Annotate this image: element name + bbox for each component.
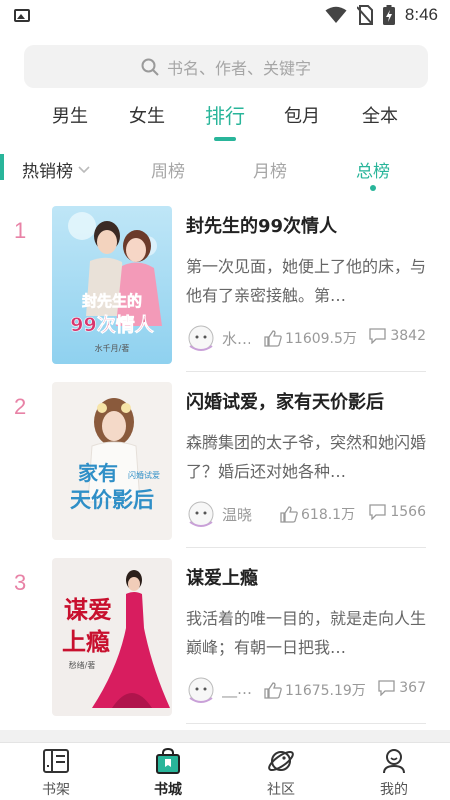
likes-count: 11609.5万 <box>264 328 357 348</box>
cover-author: 愁绪/著 <box>69 660 96 670</box>
thumbs-up-icon <box>280 505 298 523</box>
book-title[interactable]: 封先生的99次情人 <box>186 212 337 238</box>
battery-charging-icon <box>382 5 395 25</box>
status-bar: 8:46 <box>0 0 450 32</box>
category-tabs: 男生 女生 排行 包月 全本 <box>0 98 450 138</box>
comments-value: 367 <box>399 680 426 696</box>
cover-title: 上瘾 <box>62 627 110 656</box>
comments-count: 1566 <box>369 504 426 520</box>
community-planet-icon <box>268 750 294 772</box>
rank-number: 2 <box>14 394 27 419</box>
tab-ranking[interactable]: 排行 <box>205 100 245 129</box>
nav-label: 社区 <box>267 782 295 798</box>
thumbs-up-icon <box>264 329 282 347</box>
book-description: 第一次见面，她便上了他的床，与他有了亲密接触。第… <box>186 257 427 305</box>
nav-profile[interactable]: 我的 <box>338 743 450 800</box>
wifi-icon <box>325 6 347 23</box>
no-sim-icon <box>356 5 373 25</box>
likes-value: 618.1万 <box>301 507 356 523</box>
ranking-category-label: 热销榜 <box>22 162 73 182</box>
period-monthly[interactable]: 月榜 <box>253 157 287 182</box>
search-bar[interactable]: 书名、作者、关键字 <box>24 45 428 88</box>
book-item[interactable]: 2 家有 闪婚试爱 天价影后 闪婚试爱，家有天价影后 森腾集团的太子爷，突然和她… <box>0 372 450 548</box>
tab-monthly[interactable]: 包月 <box>284 102 320 128</box>
book-meta: 水… 11609.5万 3842 <box>186 324 426 351</box>
book-cover[interactable]: 谋爱 上瘾 愁绪/著 <box>52 558 172 716</box>
author-name: 温晓 <box>222 506 253 524</box>
ranking-accent-bar <box>0 154 4 180</box>
comments-count: 367 <box>378 680 426 696</box>
chevron-down-icon <box>78 165 90 173</box>
search-icon <box>141 58 159 76</box>
likes-value: 11675.19万 <box>285 683 366 699</box>
cover-title: 天价影后 <box>70 487 154 512</box>
book-item[interactable]: 3 谋爱 上瘾 愁绪/著 谋爱上瘾 我活着的唯一目的，就是走向人生巅峰；有朝一日… <box>0 548 450 724</box>
likes-count: 618.1万 <box>280 504 355 524</box>
image-notification-icon <box>14 9 30 22</box>
bottom-nav: 书架 书城 社区 我的 <box>0 742 450 800</box>
active-period-dot <box>370 185 376 191</box>
cover-author: 水千月/著 <box>95 343 130 353</box>
profile-icon <box>383 749 405 774</box>
author-avatar-icon <box>188 677 214 703</box>
likes-value: 11609.5万 <box>285 331 357 347</box>
cover-title: 封先生的 <box>82 292 142 310</box>
likes-count: 11675.19万 <box>264 680 366 700</box>
status-icons: 8:46 <box>325 5 438 25</box>
book-item[interactable]: 1 封先生的 99次情人 水千月/著 封先生的99次情人 第一次见面，她便上了他… <box>0 196 450 372</box>
clock: 8:46 <box>404 5 438 24</box>
tab-female[interactable]: 女生 <box>129 102 165 128</box>
cover-title: 99次情人 <box>70 313 154 336</box>
book-meta: 温晓 618.1万 1566 <box>186 500 426 527</box>
thumbs-up-icon <box>264 681 282 699</box>
period-weekly[interactable]: 周榜 <box>151 157 185 182</box>
nav-bookshelf[interactable]: 书架 <box>0 743 112 800</box>
next-item-peek <box>0 730 450 742</box>
author-avatar-icon <box>188 325 214 351</box>
book-description: 森腾集团的太子爷，突然和她闪婚了？婚后还对她各种… <box>186 433 427 481</box>
search-placeholder: 书名、作者、关键字 <box>166 58 311 78</box>
comment-icon <box>369 328 387 344</box>
nav-label: 书城 <box>154 782 182 798</box>
comments-value: 3842 <box>390 328 426 344</box>
cover-title: 家有 <box>78 461 118 485</box>
comments-count: 3842 <box>369 328 426 344</box>
nav-label: 书架 <box>42 782 70 798</box>
rank-number: 3 <box>14 570 27 595</box>
author-avatar-icon <box>188 501 214 527</box>
tab-complete[interactable]: 全本 <box>362 102 398 128</box>
tab-male[interactable]: 男生 <box>52 102 88 128</box>
author-name: 水… <box>222 330 250 348</box>
book-meta: __… 11675.19万 367 <box>186 676 426 703</box>
period-total[interactable]: 总榜 <box>356 157 390 182</box>
ranking-category-dropdown[interactable]: 热销榜 <box>22 157 91 182</box>
comment-icon <box>369 504 387 520</box>
cover-subtitle: 闪婚试爱 <box>128 470 160 480</box>
bookstore-bag-icon <box>156 747 180 774</box>
nav-label: 我的 <box>380 782 408 798</box>
nav-bookstore[interactable]: 书城 <box>112 743 224 800</box>
comments-value: 1566 <box>390 504 426 520</box>
nav-community[interactable]: 社区 <box>225 743 337 800</box>
book-title[interactable]: 闪婚试爱，家有天价影后 <box>186 388 384 414</box>
rank-number: 1 <box>14 218 27 243</box>
cover-title: 谋爱 <box>64 595 112 624</box>
row-divider <box>186 723 426 724</box>
bookshelf-icon <box>43 749 69 773</box>
book-title[interactable]: 谋爱上瘾 <box>186 564 258 590</box>
comment-icon <box>378 680 395 696</box>
book-cover[interactable]: 家有 闪婚试爱 天价影后 <box>52 382 172 540</box>
book-description: 我活着的唯一目的，就是走向人生巅峰；有朝一日把我… <box>186 609 427 657</box>
book-cover[interactable]: 封先生的 99次情人 水千月/著 <box>52 206 172 364</box>
active-tab-indicator <box>214 137 236 141</box>
author-name: __… <box>222 680 252 698</box>
